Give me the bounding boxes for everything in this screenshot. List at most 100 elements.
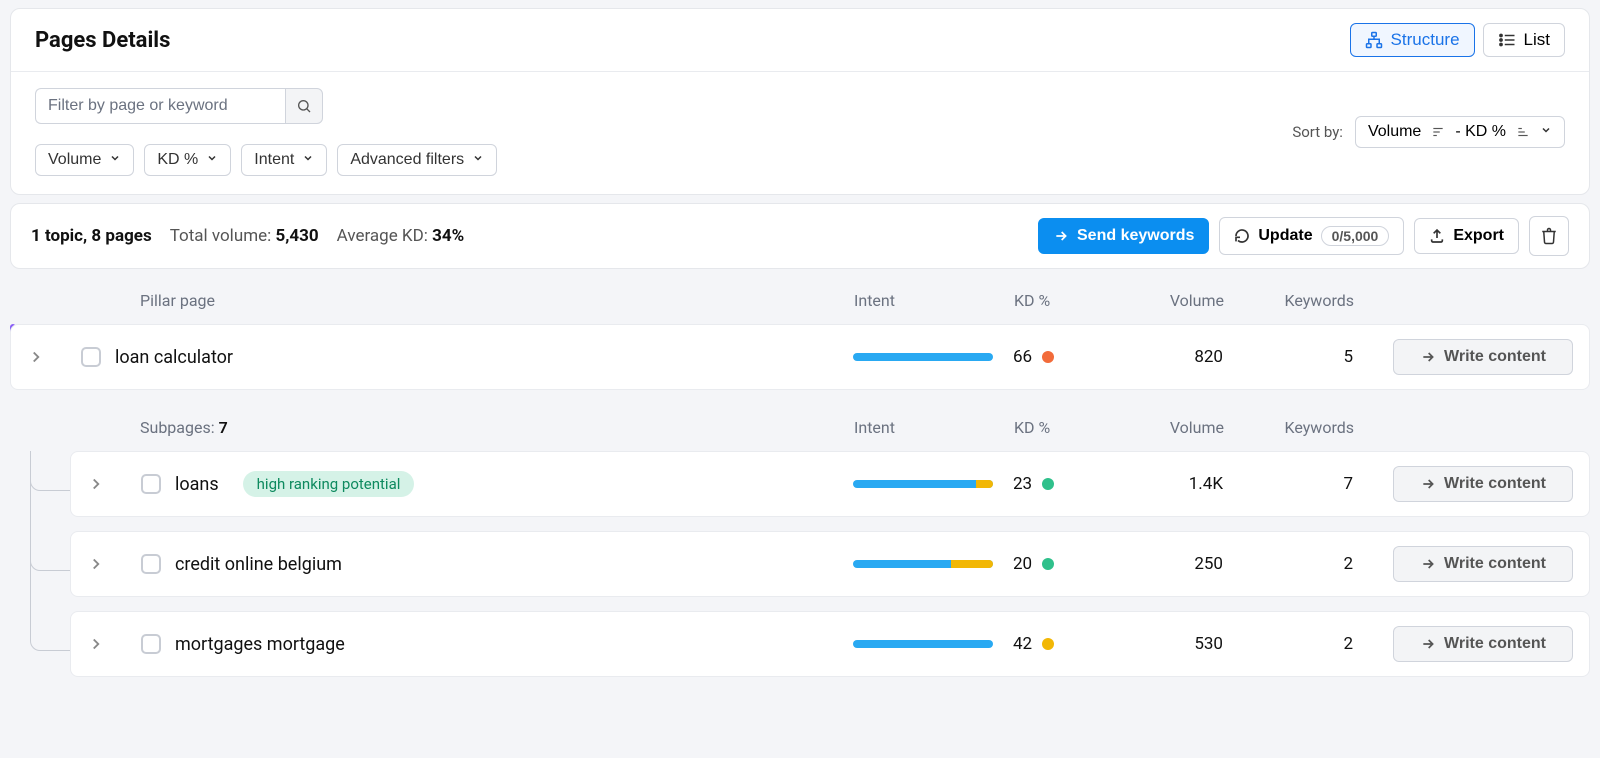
write-icon <box>1420 556 1436 572</box>
search-wrap <box>35 88 323 124</box>
write-icon <box>1420 349 1436 365</box>
page-name: loan calculator <box>115 347 233 368</box>
filter-chip-volume[interactable]: Volume <box>35 144 134 176</box>
send-label: Send keywords <box>1077 227 1194 245</box>
sort-selector[interactable]: Volume - KD % <box>1355 116 1565 148</box>
subpages-wrap: loans high ranking potential 23 1.4K 7 W… <box>70 451 1590 677</box>
write-label: Write content <box>1444 475 1546 493</box>
total-volume-value: 5,430 <box>275 226 318 246</box>
sort-desc-icon <box>1431 125 1445 139</box>
col-kd: KD % <box>1014 291 1124 310</box>
row-checkbox[interactable] <box>141 634 161 654</box>
subpage-row: loans high ranking potential 23 1.4K 7 W… <box>70 451 1590 517</box>
write-content-button[interactable]: Write content <box>1393 626 1573 662</box>
refresh-icon <box>1234 228 1250 244</box>
send-icon <box>1053 228 1069 244</box>
expand-caret[interactable] <box>87 555 105 573</box>
structure-label: Structure <box>1391 30 1460 50</box>
col-kd: KD % <box>1014 418 1124 437</box>
kd-dot <box>1042 558 1054 570</box>
send-keywords-button[interactable]: Send keywords <box>1038 218 1209 254</box>
sort-value-a: Volume <box>1368 123 1421 141</box>
intent-bar <box>853 480 993 488</box>
write-content-button[interactable]: Write content <box>1393 466 1573 502</box>
write-icon <box>1420 476 1436 492</box>
page-name: credit online belgium <box>175 554 342 575</box>
chevron-down-icon <box>1540 123 1552 141</box>
subpage-row: credit online belgium 20 250 2 Write con… <box>70 531 1590 597</box>
trash-icon <box>1540 227 1558 245</box>
export-icon <box>1429 228 1445 244</box>
pillar-row-wrap: loan calculator 66 820 5 Write content <box>10 324 1590 390</box>
row-checkbox[interactable] <box>81 347 101 367</box>
total-volume: Total volume: 5,430 <box>170 226 319 246</box>
chevron-down-icon <box>472 151 484 169</box>
delete-button[interactable] <box>1529 216 1569 256</box>
filter-chip-intent[interactable]: Intent <box>241 144 327 176</box>
chip-label: Advanced filters <box>350 151 464 169</box>
update-counter: 0/5,000 <box>1321 226 1390 246</box>
update-label: Update <box>1258 227 1312 245</box>
kd-value: 20 <box>1013 554 1032 574</box>
filter-chip-kd[interactable]: KD % <box>144 144 231 176</box>
chip-label: Intent <box>254 151 294 169</box>
sort-asc-icon <box>1516 125 1530 139</box>
volume-cell: 820 <box>1123 347 1243 367</box>
volume-cell: 1.4K <box>1123 474 1243 494</box>
col-subpages: Subpages: 7 <box>80 418 854 437</box>
col-intent: Intent <box>854 291 1014 310</box>
write-label: Write content <box>1444 635 1546 653</box>
list-icon <box>1498 31 1516 49</box>
expand-caret[interactable] <box>87 635 105 653</box>
chevron-down-icon <box>109 151 121 169</box>
kd-value: 66 <box>1013 347 1032 367</box>
write-label: Write content <box>1444 348 1546 366</box>
table-zone: Pillar page Intent KD % Volume Keywords … <box>10 277 1590 677</box>
chevron-down-icon <box>302 151 314 169</box>
summary-card: 1 topic, 8 pages Total volume: 5,430 Ave… <box>10 203 1590 269</box>
write-content-button[interactable]: Write content <box>1393 546 1573 582</box>
kd-value: 42 <box>1013 634 1032 654</box>
expand-caret[interactable] <box>27 348 45 366</box>
subpages-columns-header: Subpages: 7 Intent KD % Volume Keywords <box>10 404 1590 451</box>
chip-label: Volume <box>48 151 101 169</box>
total-volume-label: Total volume: <box>170 226 272 246</box>
export-button[interactable]: Export <box>1414 218 1519 254</box>
structure-icon <box>1365 31 1383 49</box>
intent-bar <box>853 560 993 568</box>
update-button[interactable]: Update 0/5,000 <box>1219 217 1404 255</box>
write-content-button[interactable]: Write content <box>1393 339 1573 375</box>
structure-toggle[interactable]: Structure <box>1350 23 1475 57</box>
kd-cell: 66 <box>1013 347 1123 367</box>
filters-right: Sort by: Volume - KD % <box>1292 116 1565 148</box>
keywords-cell: 2 <box>1243 634 1373 654</box>
search-input[interactable] <box>35 88 285 124</box>
write-icon <box>1420 636 1436 652</box>
pillar-row: loan calculator 66 820 5 Write content <box>10 324 1590 390</box>
tree-elbow <box>30 621 70 651</box>
summary-bar: 1 topic, 8 pages Total volume: 5,430 Ave… <box>11 204 1589 268</box>
kd-dot <box>1042 638 1054 650</box>
search-button[interactable] <box>285 88 323 124</box>
row-checkbox[interactable] <box>141 474 161 494</box>
list-label: List <box>1524 30 1550 50</box>
page-name: mortgages mortgage <box>175 634 345 655</box>
list-toggle[interactable]: List <box>1483 23 1565 57</box>
volume-cell: 250 <box>1123 554 1243 574</box>
row-checkbox[interactable] <box>141 554 161 574</box>
subpages-label: Subpages: <box>140 418 215 437</box>
tree-elbow <box>30 461 70 491</box>
topics-pages: 1 topic, 8 pages <box>31 226 152 246</box>
page-title: Pages Details <box>35 28 170 53</box>
col-volume: Volume <box>1124 291 1244 310</box>
controls-card: Pages Details Structure <box>10 8 1590 195</box>
filter-chip-advanced[interactable]: Advanced filters <box>337 144 497 176</box>
tree-elbow <box>30 541 70 571</box>
avg-kd-label: Average KD: <box>337 226 428 246</box>
sort-value-b: - KD % <box>1455 123 1506 141</box>
summary-left: 1 topic, 8 pages Total volume: 5,430 Ave… <box>31 226 464 246</box>
col-keywords: Keywords <box>1244 418 1374 437</box>
volume-cell: 530 <box>1123 634 1243 654</box>
expand-caret[interactable] <box>87 475 105 493</box>
kd-dot <box>1042 478 1054 490</box>
